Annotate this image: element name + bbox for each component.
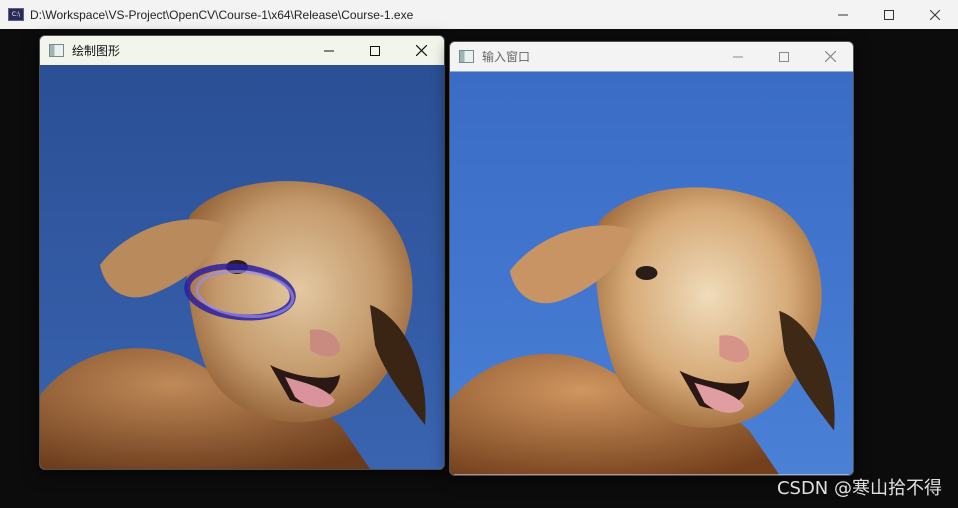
window-app-icon xyxy=(459,50,474,63)
window-controls xyxy=(306,36,444,65)
close-icon[interactable] xyxy=(398,36,444,65)
window-controls xyxy=(715,42,853,71)
image-canvas[interactable] xyxy=(40,65,444,469)
minimize-icon[interactable] xyxy=(715,42,761,71)
maximize-icon[interactable] xyxy=(352,36,398,65)
maximize-icon[interactable] xyxy=(761,42,807,71)
window-title: 输入窗口 xyxy=(482,50,531,64)
window-app-icon xyxy=(49,44,64,57)
minimize-icon[interactable] xyxy=(820,0,866,29)
csdn-watermark: CSDN @寒山拾不得 xyxy=(776,478,942,499)
draw-shape-window[interactable]: 绘制图形 xyxy=(39,35,445,470)
lamb-image xyxy=(450,71,853,475)
console-title: D:\Workspace\VS-Project\OpenCV\Course-1\… xyxy=(30,7,414,22)
input-window-titlebar[interactable]: 输入窗口 xyxy=(450,42,853,71)
close-icon[interactable] xyxy=(807,42,853,71)
draw-shape-window-titlebar[interactable]: 绘制图形 xyxy=(40,36,444,65)
minimize-icon[interactable] xyxy=(306,36,352,65)
input-window[interactable]: 输入窗口 xyxy=(449,41,854,476)
image-canvas[interactable] xyxy=(450,71,853,475)
lamb-image xyxy=(40,65,444,469)
window-title: 绘制图形 xyxy=(72,44,121,58)
console-window-controls xyxy=(820,0,958,29)
console-app-icon: C:\ xyxy=(8,8,24,21)
console-titlebar: C:\ D:\Workspace\VS-Project\OpenCV\Cours… xyxy=(0,0,958,29)
close-icon[interactable] xyxy=(912,0,958,29)
maximize-icon[interactable] xyxy=(866,0,912,29)
